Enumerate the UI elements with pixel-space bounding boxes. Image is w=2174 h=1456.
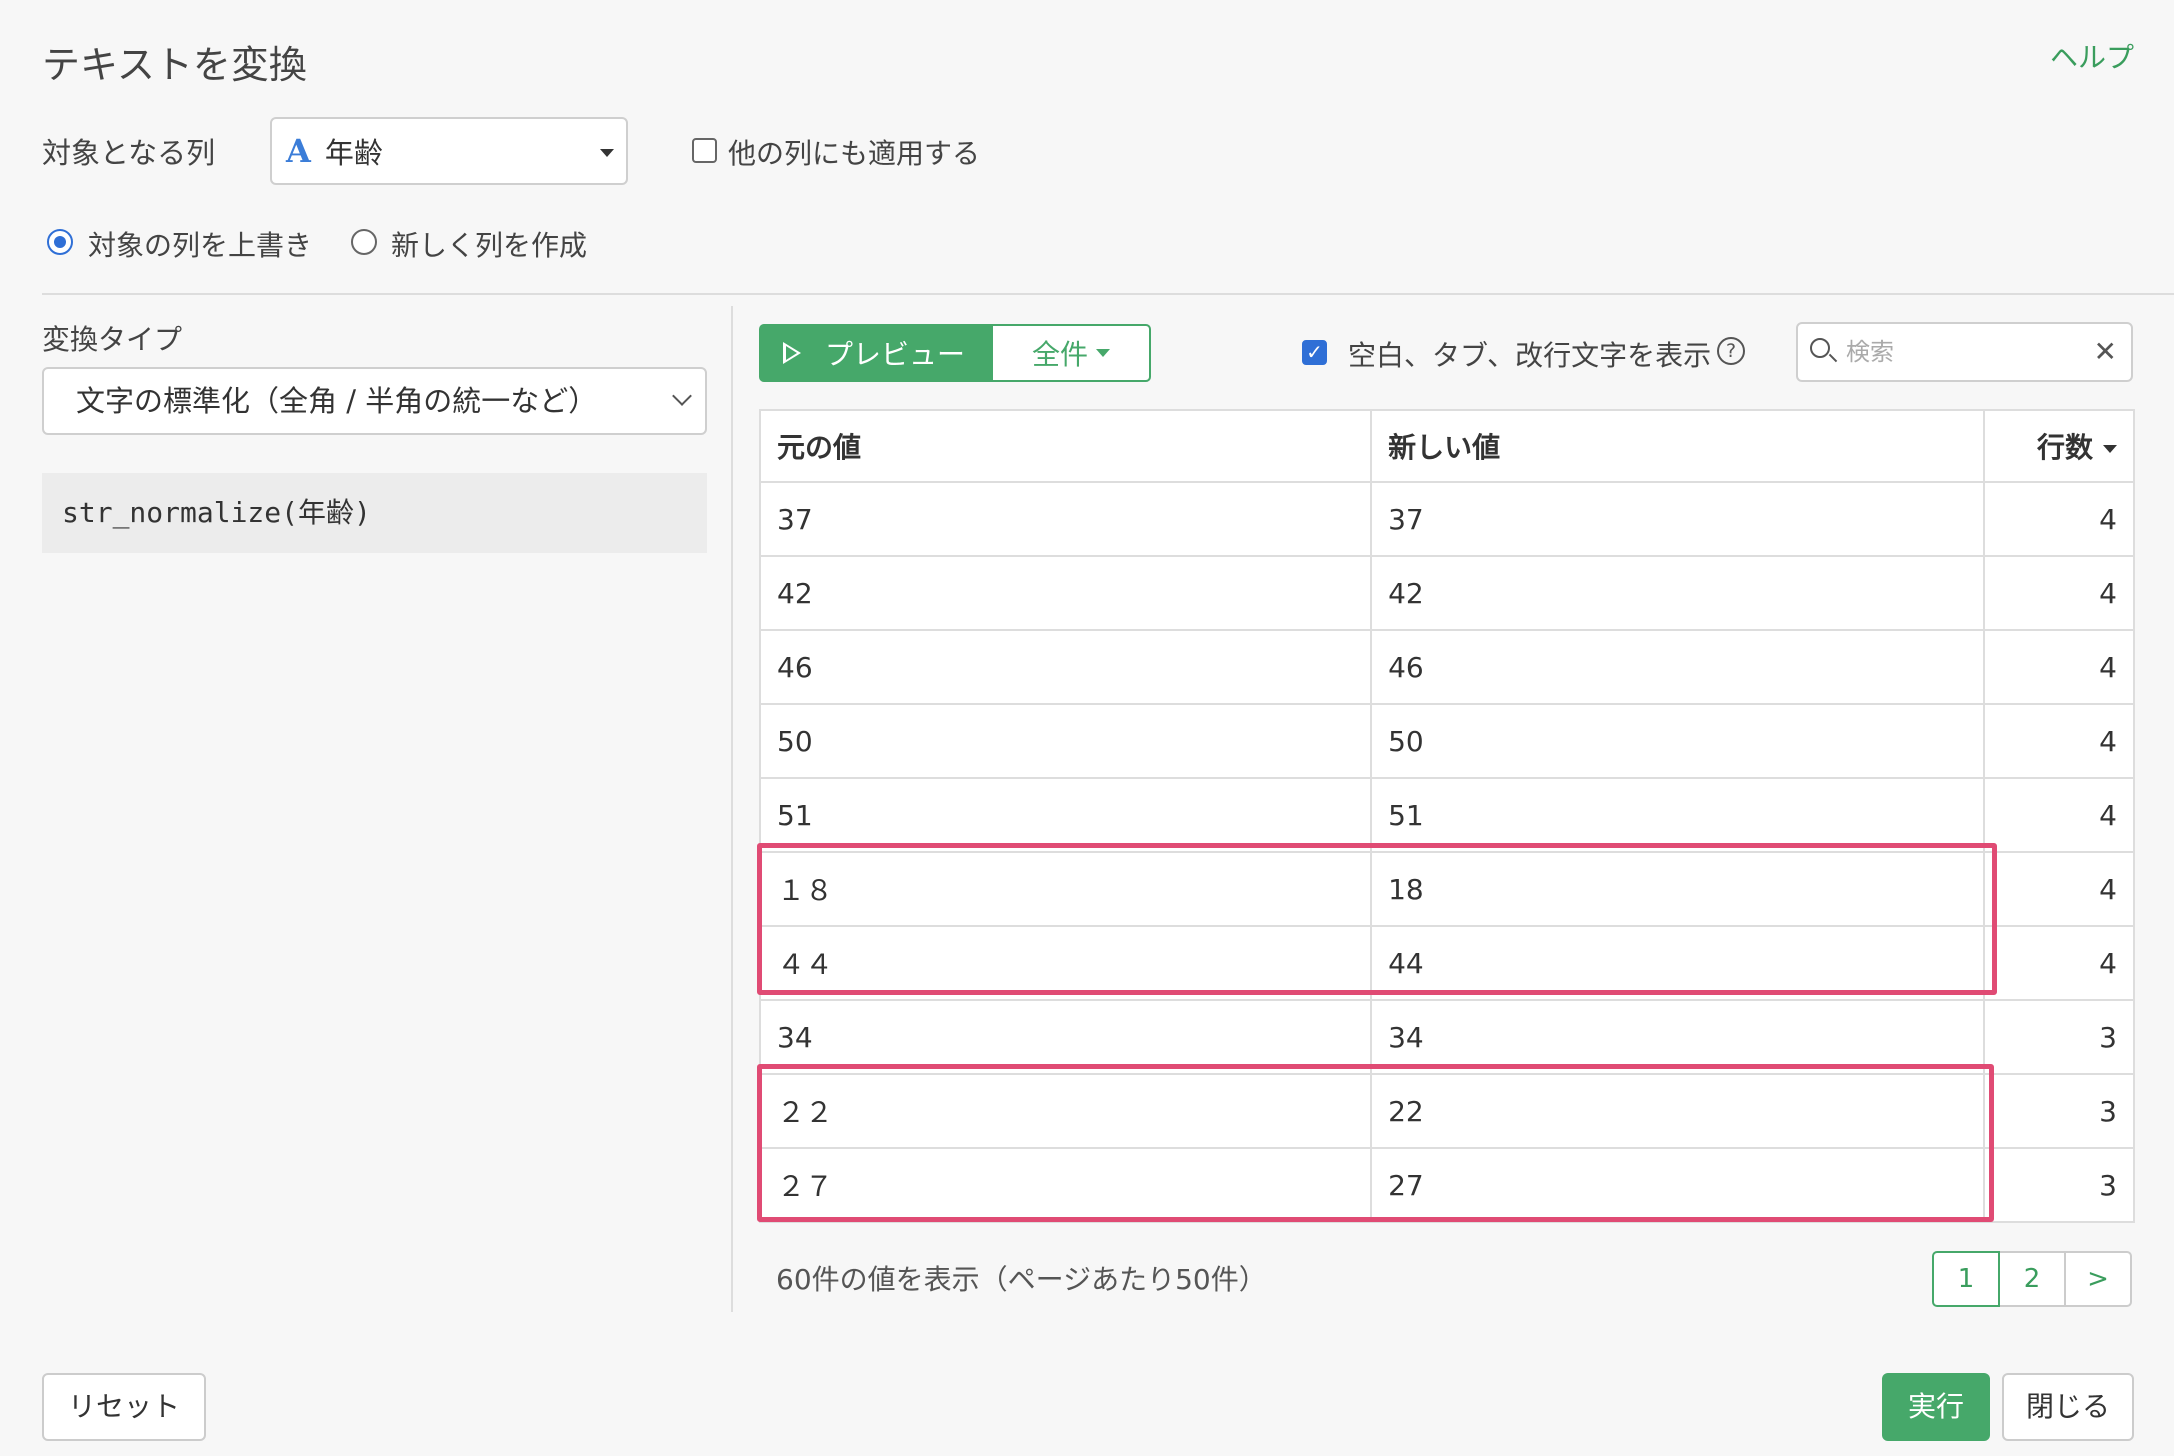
panel-divider bbox=[731, 306, 733, 1312]
overwrite-column-label: 対象の列を上書き bbox=[88, 229, 313, 262]
caret-down-icon bbox=[1096, 349, 1110, 357]
table-row: 50 50 4 bbox=[758, 703, 2135, 779]
target-column-label: 対象となる列 bbox=[42, 136, 216, 170]
scope-dropdown-label: 全件 bbox=[1031, 338, 1088, 371]
count-cell: 4 bbox=[1983, 703, 2135, 779]
preview-button-label: プレビュー bbox=[825, 338, 966, 371]
preview-button[interactable]: プレビュー bbox=[759, 324, 993, 382]
pagination: 1 2 > bbox=[1932, 1251, 2132, 1307]
original-cell: 37 bbox=[758, 481, 1373, 557]
show-whitespace-label: 空白、タブ、改行文字を表示 bbox=[1348, 339, 1712, 372]
table-row: 51 51 4 bbox=[758, 777, 2135, 853]
sort-caret-icon bbox=[2103, 445, 2117, 453]
dialog-title: テキストを変換 bbox=[42, 43, 307, 87]
table-row: 42 42 4 bbox=[758, 555, 2135, 631]
page-2-button[interactable]: 2 bbox=[1998, 1251, 2066, 1307]
new-cell: 37 bbox=[1370, 481, 1986, 557]
count-cell: 3 bbox=[1983, 1073, 2135, 1149]
reset-button[interactable]: リセット bbox=[42, 1373, 206, 1441]
target-column-value: 年齢 bbox=[324, 136, 383, 170]
apply-other-columns-label: 他の列にも適用する bbox=[728, 137, 981, 170]
header-row-count[interactable]: 行数 bbox=[1983, 409, 2135, 483]
overwrite-column-radio[interactable] bbox=[47, 229, 73, 255]
header-original-value: 元の値 bbox=[758, 409, 1373, 483]
highlight-box bbox=[757, 843, 1997, 995]
page-info-text: 60件の値を表示（ページあたり50件） bbox=[776, 1263, 1267, 1296]
search-box: ✕ bbox=[1796, 322, 2133, 382]
count-cell: 4 bbox=[1983, 629, 2135, 705]
count-cell: 4 bbox=[1983, 925, 2135, 1001]
chevron-down-icon bbox=[672, 386, 692, 406]
table-row: 34 34 3 bbox=[758, 999, 2135, 1075]
expression-preview: str_normalize(年齢) bbox=[42, 473, 707, 553]
run-button[interactable]: 実行 bbox=[1882, 1373, 1990, 1441]
conversion-type-select[interactable]: 文字の標準化（全角 / 半角の統一など） bbox=[42, 367, 707, 435]
apply-other-columns-checkbox[interactable] bbox=[692, 138, 717, 163]
search-input[interactable] bbox=[1846, 334, 2066, 370]
count-cell: 4 bbox=[1983, 851, 2135, 927]
count-cell: 4 bbox=[1983, 481, 2135, 557]
original-cell: 34 bbox=[758, 999, 1373, 1075]
next-page-button[interactable]: > bbox=[2064, 1251, 2132, 1307]
conversion-type-value: 文字の標準化（全角 / 半角の統一など） bbox=[76, 384, 598, 418]
new-cell: 50 bbox=[1370, 703, 1986, 779]
section-divider bbox=[42, 293, 2174, 295]
count-cell: 3 bbox=[1983, 999, 2135, 1075]
page-1-button[interactable]: 1 bbox=[1932, 1251, 2000, 1307]
search-icon bbox=[1810, 338, 1838, 363]
header-row-count-label: 行数 bbox=[2036, 431, 2093, 464]
original-cell: 51 bbox=[758, 777, 1373, 853]
original-cell: 50 bbox=[758, 703, 1373, 779]
question-icon[interactable]: ? bbox=[1717, 337, 1745, 365]
play-icon bbox=[783, 342, 801, 364]
text-type-icon: A bbox=[286, 132, 311, 170]
show-whitespace-checkbox[interactable]: ✓ bbox=[1302, 340, 1327, 365]
count-cell: 4 bbox=[1983, 777, 2135, 853]
new-cell: 46 bbox=[1370, 629, 1986, 705]
header-new-value: 新しい値 bbox=[1370, 409, 1986, 483]
count-cell: 4 bbox=[1983, 555, 2135, 631]
create-new-column-label: 新しく列を作成 bbox=[391, 229, 588, 262]
new-cell: 42 bbox=[1370, 555, 1986, 631]
create-new-column-radio[interactable] bbox=[351, 229, 377, 255]
help-link[interactable]: ヘルプ bbox=[2050, 36, 2134, 76]
original-cell: 46 bbox=[758, 629, 1373, 705]
close-button[interactable]: 閉じる bbox=[2002, 1373, 2134, 1441]
close-icon[interactable]: ✕ bbox=[2094, 338, 2117, 366]
table-header-row: 元の値 新しい値 行数 bbox=[758, 409, 2135, 483]
new-cell: 34 bbox=[1370, 999, 1986, 1075]
table-row: 46 46 4 bbox=[758, 629, 2135, 705]
original-cell: 42 bbox=[758, 555, 1373, 631]
new-cell: 51 bbox=[1370, 777, 1986, 853]
conversion-type-label: 変換タイプ bbox=[42, 323, 183, 356]
table-row: 37 37 4 bbox=[758, 481, 2135, 557]
target-column-select[interactable]: A 年齢 bbox=[270, 117, 628, 185]
caret-down-icon bbox=[600, 149, 614, 157]
scope-dropdown-button[interactable]: 全件 bbox=[991, 324, 1151, 382]
count-cell: 3 bbox=[1983, 1147, 2135, 1223]
highlight-box bbox=[757, 1064, 1994, 1222]
